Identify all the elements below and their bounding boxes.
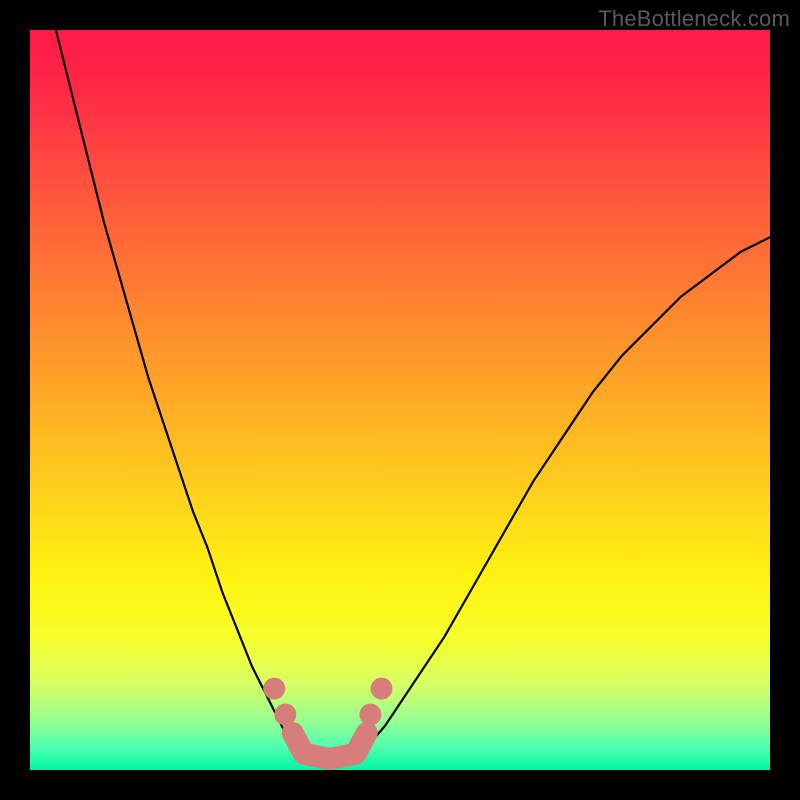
valley-dot <box>263 678 285 700</box>
curve-layer <box>30 30 770 770</box>
chart-frame: TheBottleneck.com <box>0 0 800 800</box>
plot-area <box>30 30 770 770</box>
valley-dot <box>359 704 381 726</box>
left-curve <box>56 30 297 752</box>
valley-dot <box>371 678 393 700</box>
valley-dot <box>274 704 296 726</box>
valley-dots <box>263 678 392 726</box>
right-curve <box>363 237 770 751</box>
watermark-text: TheBottleneck.com <box>598 6 790 32</box>
valley-highlight-spline <box>293 733 367 759</box>
